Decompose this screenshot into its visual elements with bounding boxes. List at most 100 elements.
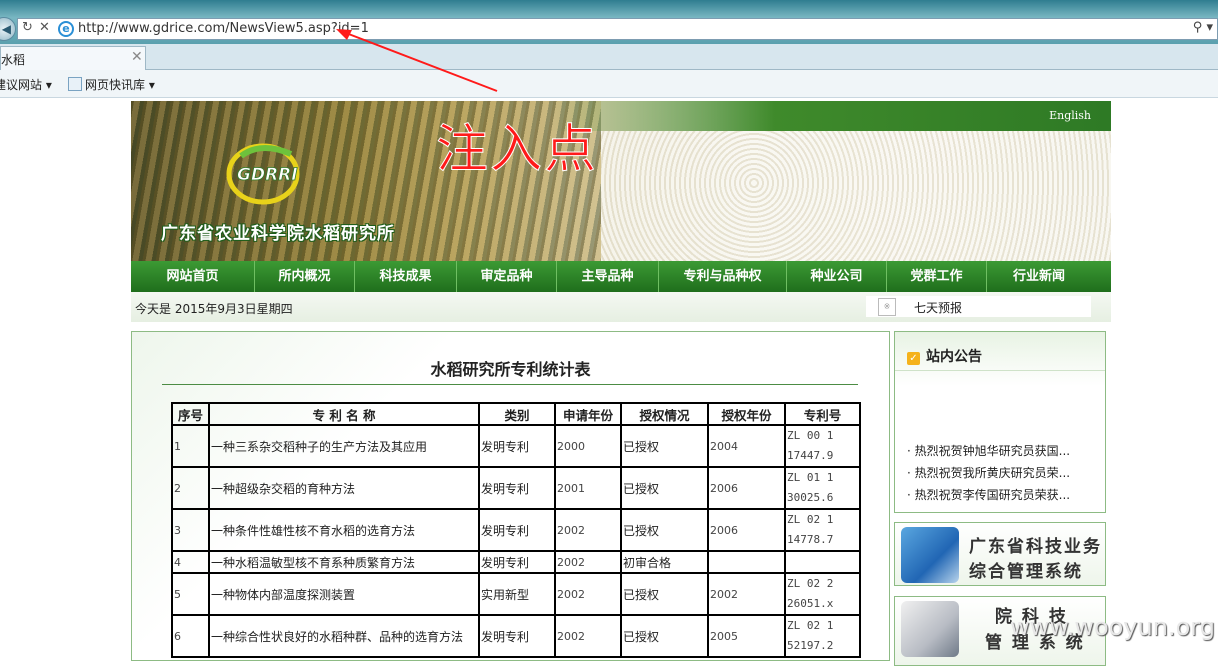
table-row: 2 一种超级杂交稻的育种方法 发明专利 2001 已授权 2006 ZL 01 1 30025…	[171, 466, 861, 510]
close-tab-icon[interactable]: ✕	[131, 49, 143, 65]
cell-status: 已授权	[620, 572, 709, 616]
date-text: 今天是 2015年9月3日星期四	[135, 302, 293, 316]
table-row: 5 一种物体内部温度探测装置 实用新型 2002 已授权 2002 ZL 02 2 26051…	[171, 572, 861, 616]
cell-type: 发明专利	[478, 508, 556, 552]
server-icon	[901, 601, 959, 657]
cell-status: 已授权	[620, 466, 709, 510]
cell-patent-id	[784, 550, 861, 574]
cell-patent-id: ZL 01 1 30025.6	[784, 466, 861, 510]
cell-type: 发明专利	[478, 466, 556, 510]
cell-name: 一种超级杂交稻的育种方法	[208, 466, 480, 510]
menu-home[interactable]: 网站首页	[131, 261, 255, 292]
menu-achievements[interactable]: 科技成果	[355, 261, 457, 292]
web-slice-icon	[68, 77, 82, 91]
cell-name: 一种水稻温敏型核不育系种质繁育方法	[208, 550, 480, 574]
back-button[interactable]: ◀	[0, 17, 16, 41]
patent-panel: 水稻研究所专利统计表 序号 专 利 名 称 类别 申请年份 授权情况 授权年份 …	[131, 331, 890, 661]
address-bar-row: ◀ ↻ ✕ e http://www.gdrice.com/NewsView5.…	[0, 0, 1218, 44]
cell-no: 5	[171, 572, 210, 616]
promo-business-system[interactable]: 广东省科技业务 综合管理系统	[894, 522, 1106, 586]
english-link[interactable]: English	[1049, 109, 1091, 122]
menu-main-varieties[interactable]: 主导品种	[557, 261, 659, 292]
cell-grant-year: 2006	[707, 466, 786, 510]
patent-table: 序号 专 利 名 称 类别 申请年份 授权情况 授权年份 专利号 1 一种三系杂交…	[171, 402, 861, 658]
notice-title: ✓ 站内公告	[907, 346, 982, 366]
notice-divider	[895, 370, 1105, 371]
menu-seed-company[interactable]: 种业公司	[787, 261, 887, 292]
cell-status: 初审合格	[620, 550, 709, 574]
browser-tab[interactable]: 水稻 ✕	[0, 46, 146, 70]
cell-name: 一种三系杂交稻种子的生产方法及其应用	[208, 424, 480, 468]
col-header-grant-year: 授权年份	[707, 402, 786, 426]
cell-apply-year: 2000	[554, 424, 622, 468]
rice-grain-image	[601, 131, 1111, 261]
notice-panel: ✓ 站内公告 · 热烈祝贺钟旭华研究员获国... · 热烈祝贺我所黄庆研究员荣..…	[894, 331, 1106, 513]
weather-image-icon: ※	[878, 298, 896, 316]
cell-grant-year: 2004	[707, 424, 786, 468]
stop-icon[interactable]: ✕	[39, 20, 50, 35]
table-header-row: 序号 专 利 名 称 类别 申请年份 授权情况 授权年份 专利号	[171, 402, 861, 426]
table-row: 3 一种条件性雄性核不育水稻的选育方法 发明专利 2002 已授权 2006 ZL 02 1…	[171, 508, 861, 552]
cell-patent-id: ZL 00 1 17447.9	[784, 424, 861, 468]
search-icon[interactable]: ⚲ ▾	[1193, 20, 1213, 35]
cell-no: 3	[171, 508, 210, 552]
menu-approved-varieties[interactable]: 审定品种	[457, 261, 557, 292]
title-divider	[162, 384, 858, 385]
patent-id-part: ZL 02 1	[787, 513, 834, 526]
injection-annotation: 注入点	[435, 120, 599, 181]
cell-no: 1	[171, 424, 210, 468]
cell-type: 实用新型	[478, 572, 556, 616]
site-banner: English GDRRI 广东省农业科学院水稻研究所 注入点	[131, 101, 1111, 261]
col-header-status: 授权情况	[620, 402, 709, 426]
weather-label[interactable]: 七天预报	[914, 299, 962, 316]
favorite-web-slice[interactable]: 网页快讯库 ▾	[68, 76, 155, 93]
cell-apply-year: 2002	[554, 614, 622, 658]
menu-party-work[interactable]: 党群工作	[887, 261, 987, 292]
col-header-type: 类别	[478, 402, 556, 426]
tab-bar: 水稻 ✕	[0, 44, 1218, 70]
refresh-icon[interactable]: ↻	[22, 20, 33, 35]
promo-line2: 综合管理系统	[969, 562, 1083, 582]
cell-no: 6	[171, 614, 210, 658]
banner-top-strip	[551, 101, 1111, 131]
weather-widget[interactable]: ※ 七天预报	[866, 296, 1091, 317]
cell-no: 2	[171, 466, 210, 510]
menu-patents[interactable]: 专利与品种权	[659, 261, 787, 292]
cell-apply-year: 2001	[554, 466, 622, 510]
cell-status: 已授权	[620, 614, 709, 658]
cell-status: 已授权	[620, 424, 709, 468]
address-box[interactable]: ↻ ✕ e http://www.gdrice.com/NewsView5.as…	[17, 18, 1218, 40]
notice-list: · 热烈祝贺钟旭华研究员获国... · 热烈祝贺我所黄庆研究员荣... · 热烈…	[907, 440, 1070, 506]
tab-title: 水稻	[1, 53, 26, 67]
col-header-no: 序号	[171, 402, 210, 426]
col-header-patent-id: 专利号	[784, 402, 861, 426]
cell-grant-year: 2002	[707, 572, 786, 616]
notice-item[interactable]: · 热烈祝贺我所黄庆研究员荣...	[907, 462, 1070, 484]
main-menu: 网站首页 所内概况 科技成果 审定品种 主导品种 专利与品种权 种业公司 党群工…	[131, 261, 1111, 292]
patent-id-part: ZL 02 2	[787, 577, 834, 590]
cell-type: 发明专利	[478, 614, 556, 658]
col-header-apply-year: 申请年份	[554, 402, 622, 426]
table-row: 1 一种三系杂交稻种子的生产方法及其应用 发明专利 2000 已授权 2004 ZL 00 …	[171, 424, 861, 468]
cell-grant-year: 2005	[707, 614, 786, 658]
org-name: 广东省农业科学院水稻研究所	[161, 224, 395, 244]
cell-type: 发明专利	[478, 550, 556, 574]
notice-item[interactable]: · 热烈祝贺李传国研究员荣获...	[907, 484, 1070, 506]
cell-apply-year: 2002	[554, 572, 622, 616]
cell-name: 一种条件性雄性核不育水稻的选育方法	[208, 508, 480, 552]
favorite-suggested-sites[interactable]: 建议网站 ▾	[0, 76, 52, 93]
watermark: www.wooyun.org	[1010, 613, 1215, 641]
cell-status: 已授权	[620, 508, 709, 552]
url-text[interactable]: http://www.gdrice.com/NewsView5.asp?id=1	[78, 21, 369, 36]
notice-item[interactable]: · 热烈祝贺钟旭华研究员获国...	[907, 440, 1070, 462]
notice-icon: ✓	[907, 352, 920, 365]
cell-name: 一种综合性状良好的水稻种群、品种的选育方法	[208, 614, 480, 658]
patent-id-part: 52197.2	[787, 639, 834, 652]
table-row: 6 一种综合性状良好的水稻种群、品种的选育方法 发明专利 2002 已授权 2005 ZL …	[171, 614, 861, 658]
cell-apply-year: 2002	[554, 550, 622, 574]
cell-apply-year: 2002	[554, 508, 622, 552]
menu-about[interactable]: 所内概况	[255, 261, 355, 292]
menu-industry-news[interactable]: 行业新闻	[987, 261, 1091, 292]
patent-id-part: 14778.7	[787, 533, 834, 546]
patent-id-part: 17447.9	[787, 449, 834, 462]
